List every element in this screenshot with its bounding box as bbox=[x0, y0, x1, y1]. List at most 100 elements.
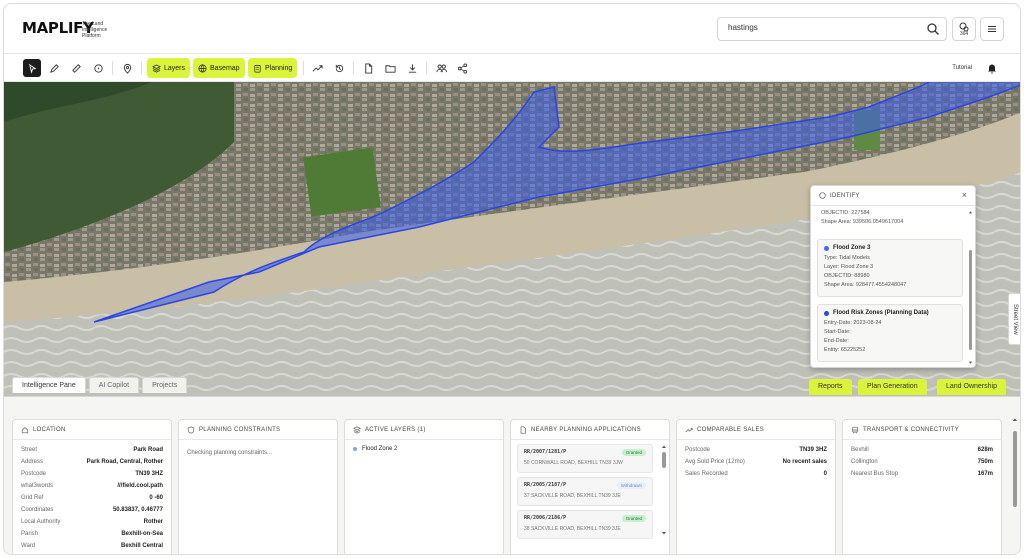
applications-scrollbar[interactable] bbox=[661, 444, 667, 554]
history-button[interactable] bbox=[330, 59, 348, 77]
trend-icon bbox=[312, 64, 323, 72]
tab-projects[interactable]: Projects bbox=[142, 377, 188, 393]
card-line-label: Entity: bbox=[824, 347, 840, 353]
status-badge: Withdrawn bbox=[616, 482, 646, 489]
transport-rows: Bexhill 628m Collington 750m Nearest Bus S… bbox=[843, 440, 1001, 480]
identify-scrollbar[interactable] bbox=[968, 210, 973, 365]
download-button[interactable] bbox=[403, 59, 421, 77]
nearby-title: NEARBY PLANNING APPLICATIONS bbox=[531, 426, 641, 433]
location-row: Ward Bexhill Central bbox=[21, 543, 163, 549]
planning-button[interactable]: Planning bbox=[248, 58, 298, 78]
scroll-up-icon[interactable] bbox=[1012, 417, 1018, 423]
layers-label: Layers bbox=[164, 64, 186, 72]
new-file-button[interactable] bbox=[359, 59, 377, 77]
pane-scrollbar[interactable] bbox=[1012, 417, 1018, 547]
card-line-value: 928477.4554248047 bbox=[855, 282, 907, 288]
divider bbox=[353, 61, 354, 75]
pin-tool-button[interactable] bbox=[118, 59, 136, 77]
coordinates-button[interactable]: 364 bbox=[952, 17, 976, 41]
tab-ai-copilot[interactable]: AI Copilot bbox=[88, 377, 140, 393]
trend-icon bbox=[685, 427, 693, 432]
measure-tool-button[interactable] bbox=[67, 59, 85, 77]
info-circle-icon bbox=[819, 192, 826, 199]
ruler-icon bbox=[71, 63, 81, 73]
constraints-header: PLANNING CONSTRAINTS bbox=[179, 420, 337, 440]
map-view[interactable]: IDENTIFY × OBJECTID: 227584 Shape Area: … bbox=[4, 82, 1020, 396]
open-folder-button[interactable] bbox=[381, 59, 399, 77]
location-row: Postcode TN39 3HZ bbox=[21, 471, 163, 477]
location-row: Coordinates 50.83837, 0.46777 bbox=[21, 507, 163, 513]
basemap-button[interactable]: Basemap bbox=[193, 58, 245, 78]
comparable-sales-panel: COMPARABLE SALES Postcode TN39 3HZ Avg So… bbox=[676, 419, 836, 554]
counter-value: 364 bbox=[959, 30, 969, 37]
hamburger-icon bbox=[988, 26, 996, 32]
application-item[interactable]: RR/2007/1281/P Granted 50 CORNWALL ROAD,… bbox=[517, 444, 653, 473]
tutorial-link[interactable]: Tutorial bbox=[952, 65, 972, 71]
partial-value-2: 939506.0549617004 bbox=[852, 219, 904, 225]
layer-dot bbox=[353, 447, 357, 451]
transport-row: Nearest Bus Stop 167m bbox=[851, 471, 993, 477]
identify-card-flood-zone[interactable]: Flood Zone 3 Type: Tidal Models Layer: F… bbox=[817, 239, 963, 297]
partial-label-2: Shape Area: bbox=[821, 219, 852, 225]
trend-button[interactable] bbox=[308, 59, 326, 77]
sales-title: COMPARABLE SALES bbox=[697, 426, 765, 433]
menu-button[interactable] bbox=[980, 17, 1004, 41]
radius-tool-button[interactable] bbox=[89, 59, 107, 77]
street-view-tab[interactable]: Street View bbox=[1008, 293, 1020, 345]
land-ownership-button[interactable]: Land Ownership bbox=[937, 379, 1006, 395]
bell-icon[interactable] bbox=[986, 62, 998, 74]
identify-title: IDENTIFY bbox=[830, 192, 860, 199]
location-row: what3words///field.cool.path bbox=[21, 483, 163, 489]
application-item[interactable]: RR/2005/2187/P Withdrawn 37 SACKVILLE RO… bbox=[517, 477, 653, 506]
share-button[interactable] bbox=[453, 59, 471, 77]
draw-tool-button[interactable] bbox=[45, 59, 63, 77]
card-line-label: OBJECTID: bbox=[824, 273, 853, 279]
scroll-thumb[interactable] bbox=[969, 250, 972, 350]
identify-card-flood-risk[interactable]: Flood Risk Zones (Planning Data) Entry-D… bbox=[817, 304, 963, 362]
sales-row: Postcode TN39 3HZ bbox=[685, 447, 827, 453]
scroll-up-icon[interactable] bbox=[661, 444, 667, 450]
card-line-value: Tidal Models bbox=[838, 255, 870, 261]
transport-title: TRANSPORT & CONNECTIVITY bbox=[863, 426, 959, 433]
cursor-icon bbox=[28, 63, 36, 74]
scroll-up-icon[interactable] bbox=[968, 210, 973, 215]
nearby-header: NEARBY PLANNING APPLICATIONS bbox=[511, 420, 669, 440]
active-layer-label: Flood Zone 2 bbox=[362, 446, 398, 452]
team-button[interactable] bbox=[432, 59, 450, 77]
active-layers-title: ACTIVE LAYERS (1) bbox=[365, 426, 426, 433]
location-row: Address Park Road, Central, Rother bbox=[21, 459, 163, 465]
location-panel: LOCATION Street Park Road Address Park Roa… bbox=[12, 419, 172, 554]
clipboard-icon bbox=[254, 64, 261, 72]
card-line-label: Type: bbox=[824, 255, 838, 261]
select-tool-button[interactable] bbox=[23, 59, 41, 77]
application-item[interactable]: RR/2006/2186/P Granted 38 SACKVILLE ROAD… bbox=[517, 510, 653, 539]
location-title: LOCATION bbox=[33, 426, 66, 433]
search-icon[interactable] bbox=[926, 22, 940, 36]
search-input[interactable]: hastings bbox=[717, 17, 947, 41]
applications-list: RR/2007/1281/P Granted 50 CORNWALL ROAD,… bbox=[511, 444, 669, 539]
layers-button[interactable]: Layers bbox=[147, 58, 191, 78]
active-layer-item[interactable]: Flood Zone 2 bbox=[345, 440, 503, 458]
sales-rows: Postcode TN39 3HZ Avg Sold Price (12mo) No… bbox=[677, 440, 835, 480]
download-icon bbox=[408, 63, 416, 73]
layers-icon bbox=[353, 425, 361, 434]
location-row: Local Authority Rother bbox=[21, 519, 163, 525]
scroll-thumb[interactable] bbox=[662, 452, 666, 468]
card-title: Flood Zone 3 bbox=[833, 245, 871, 251]
scroll-thumb[interactable] bbox=[1013, 431, 1017, 507]
intelligence-pane: LOCATION Street Park Road Address Park Roa… bbox=[4, 396, 1020, 554]
close-icon[interactable]: × bbox=[962, 190, 967, 200]
location-row: Parish Bexhill-on-Sea bbox=[21, 531, 163, 537]
reports-button[interactable]: Reports bbox=[809, 379, 852, 395]
scroll-down-icon[interactable] bbox=[661, 530, 667, 536]
plan-generation-button[interactable]: Plan Generation bbox=[858, 379, 927, 395]
folder-icon bbox=[384, 64, 396, 73]
card-title: Flood Risk Zones (Planning Data) bbox=[833, 310, 929, 316]
location-row: Street Park Road bbox=[21, 447, 163, 453]
scroll-down-icon[interactable] bbox=[968, 360, 973, 365]
application-address: 37 SACKVILLE ROAD, BEXHILL TN39 3JE bbox=[524, 493, 621, 499]
app-frame: MAPLIFY The Land Intelligence Platform h… bbox=[3, 3, 1021, 555]
basemap-label: Basemap bbox=[210, 64, 240, 72]
tab-intelligence-pane[interactable]: Intelligence Pane bbox=[12, 377, 86, 393]
history-icon bbox=[335, 64, 343, 72]
